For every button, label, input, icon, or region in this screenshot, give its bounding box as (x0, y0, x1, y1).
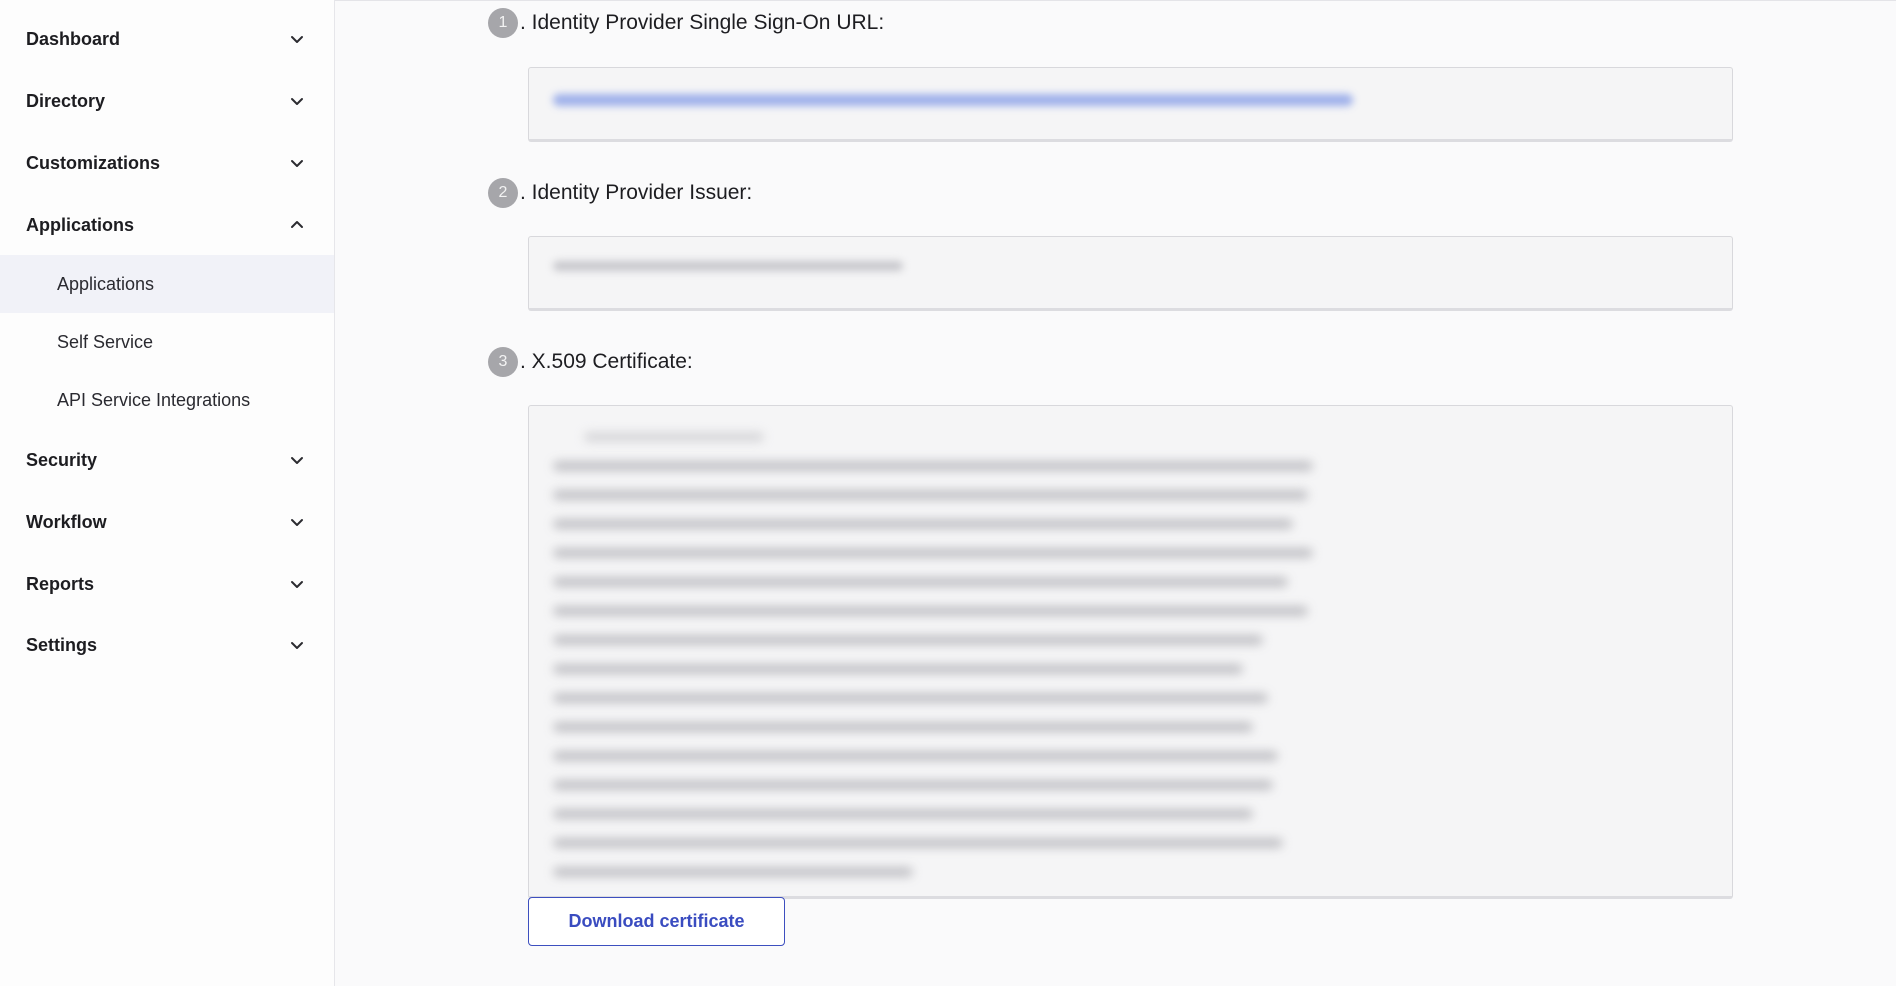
step-number-badge: 2 (488, 178, 518, 208)
sidebar-section-label: Security (26, 449, 98, 470)
certificate-field[interactable] (528, 405, 1733, 899)
redacted-line (553, 461, 1313, 471)
redacted-line (553, 722, 1253, 732)
redacted-line (584, 432, 764, 442)
step-certificate-heading: 3 . X.509 Certificate: (488, 347, 693, 377)
sidebar-item-label: Applications (57, 273, 155, 294)
chevron-down-icon (288, 451, 306, 469)
redacted-line (553, 664, 1243, 674)
step-issuer-heading: 2 . Identity Provider Issuer: (488, 178, 752, 208)
redacted-line (553, 519, 1293, 529)
issuer-field[interactable] (528, 236, 1733, 311)
sidebar-section-reports[interactable]: Reports (0, 556, 334, 612)
main-content: 1 . Identity Provider Single Sign-On URL… (335, 0, 1896, 986)
chevron-down-icon (288, 154, 306, 172)
redacted-line (553, 780, 1273, 790)
divider (335, 0, 1896, 1)
redacted-line (553, 809, 1253, 819)
sidebar-section-security[interactable]: Security (0, 432, 334, 488)
sidebar-section-label: Settings (26, 634, 98, 655)
step-label: . Identity Provider Single Sign-On URL: (520, 11, 885, 34)
redacted-line (553, 838, 1283, 848)
chevron-down-icon (288, 575, 306, 593)
sidebar-section-customizations[interactable]: Customizations (0, 135, 334, 191)
sidebar-section-dashboard[interactable]: Dashboard (0, 11, 334, 67)
sso-url-field[interactable] (528, 67, 1733, 142)
sidebar-section-label: Reports (26, 573, 95, 594)
redacted-line (553, 751, 1278, 761)
chevron-down-icon (288, 92, 306, 110)
sidebar-section-label: Customizations (26, 152, 161, 173)
chevron-down-icon (288, 636, 306, 654)
sidebar-section-workflow[interactable]: Workflow (0, 494, 334, 550)
sidebar-section-label: Dashboard (26, 28, 121, 49)
step-label: . Identity Provider Issuer: (520, 181, 753, 204)
step-number-badge: 3 (488, 347, 518, 377)
sidebar-item-applications[interactable]: Applications (0, 255, 334, 313)
step-sso-url-heading: 1 . Identity Provider Single Sign-On URL… (488, 8, 884, 38)
sidebar-item-self-service[interactable]: Self Service (0, 313, 334, 371)
step-number-badge: 1 (488, 8, 518, 38)
redacted-line (553, 867, 913, 877)
download-certificate-button[interactable]: Download certificate (528, 897, 785, 946)
redacted-line (553, 635, 1263, 645)
sidebar-item-label: Self Service (57, 331, 154, 352)
redacted-line (553, 693, 1268, 703)
redacted-line (553, 577, 1288, 587)
step-label: . X.509 Certificate: (520, 350, 693, 373)
redacted-line (553, 490, 1308, 500)
chevron-up-icon (288, 216, 306, 234)
sidebar-section-label: Applications (26, 214, 135, 235)
sidebar-item-label: API Service Integrations (57, 389, 251, 410)
sidebar-section-directory[interactable]: Directory (0, 73, 334, 129)
sidebar-section-label: Directory (26, 90, 106, 111)
sidebar-section-applications[interactable]: Applications (0, 197, 334, 253)
redacted-value (553, 94, 1353, 106)
sidebar: Dashboard Directory Customizations Appli… (0, 0, 335, 986)
chevron-down-icon (288, 513, 306, 531)
redacted-line (553, 606, 1308, 616)
sidebar-section-label: Workflow (26, 511, 107, 532)
redacted-line (553, 548, 1313, 558)
sidebar-item-api-service-integrations[interactable]: API Service Integrations (0, 371, 334, 429)
chevron-down-icon (288, 30, 306, 48)
sidebar-section-settings[interactable]: Settings (0, 617, 334, 673)
redacted-value (553, 261, 903, 271)
